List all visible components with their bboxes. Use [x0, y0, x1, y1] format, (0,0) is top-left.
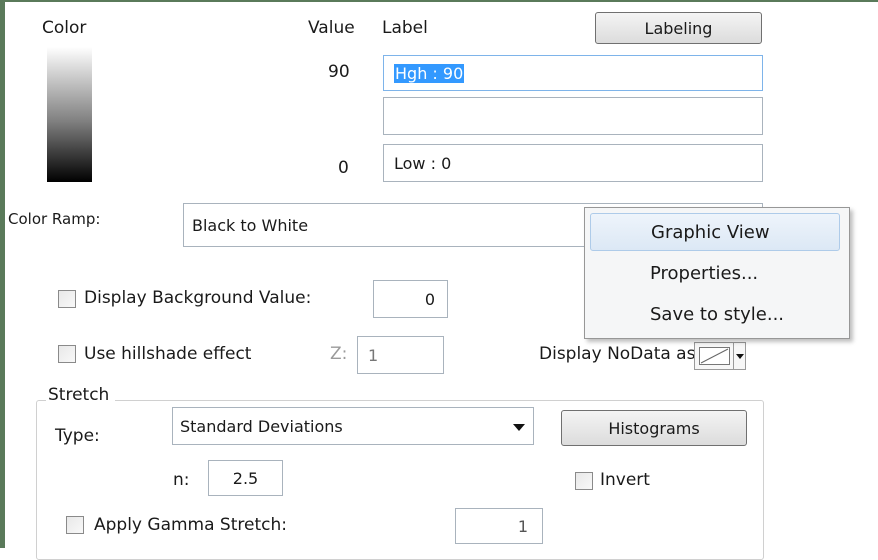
n-label: n: [173, 470, 190, 490]
gamma-value-field[interactable]: 1 [455, 508, 543, 544]
histograms-button[interactable]: Histograms [561, 410, 747, 446]
menu-item-graphic-view[interactable]: Graphic View [590, 213, 840, 251]
window-left-border [0, 0, 5, 548]
window-top-border [0, 0, 878, 2]
nodata-dropdown-arrow-icon [736, 354, 744, 359]
stretch-type-value: Standard Deviations [180, 417, 343, 436]
background-value-field[interactable]: 0 [373, 280, 448, 318]
n-value-field[interactable]: 2.5 [208, 460, 283, 496]
nodata-color-swatch [699, 347, 730, 365]
high-label-field[interactable]: Hgh : 90 [383, 55, 763, 91]
high-label-text: Hgh : 90 [394, 63, 465, 83]
low-label-field[interactable]: Low : 0 [383, 144, 763, 182]
gamma-stretch-checkbox[interactable] [66, 516, 84, 534]
context-menu: Graphic View Properties... Save to style… [584, 207, 850, 339]
hillshade-label: Use hillshade effect [84, 344, 252, 364]
nodata-color-picker[interactable] [694, 342, 746, 370]
nodata-label: Display NoData as [539, 344, 696, 364]
color-ramp-value: Black to White [192, 215, 309, 235]
value-header: Value [308, 18, 355, 38]
color-ramp-label: Color Ramp: [8, 210, 101, 228]
invert-checkbox[interactable] [575, 472, 593, 490]
z-label: Z: [330, 344, 348, 364]
display-background-checkbox[interactable] [58, 290, 76, 308]
gamma-stretch-label: Apply Gamma Stretch: [94, 515, 287, 535]
menu-item-properties[interactable]: Properties... [590, 254, 840, 292]
hillshade-checkbox[interactable] [58, 345, 76, 363]
z-factor-field[interactable]: 1 [357, 336, 444, 374]
low-value: 0 [338, 158, 349, 178]
stretch-type-label: Type: [55, 426, 100, 446]
color-header: Color [42, 18, 87, 38]
middle-label-field[interactable] [383, 97, 763, 135]
stretch-type-dropdown-arrow-icon [513, 424, 525, 431]
labeling-button[interactable]: Labeling [595, 12, 762, 44]
color-ramp-swatch [47, 47, 92, 182]
label-header: Label [382, 18, 428, 38]
stretch-group-title: Stretch [46, 385, 116, 405]
high-value: 90 [328, 62, 350, 82]
invert-label: Invert [600, 470, 650, 490]
menu-item-save-to-style[interactable]: Save to style... [590, 295, 840, 333]
stretch-type-select[interactable]: Standard Deviations [172, 407, 534, 445]
display-background-label: Display Background Value: [84, 288, 312, 308]
